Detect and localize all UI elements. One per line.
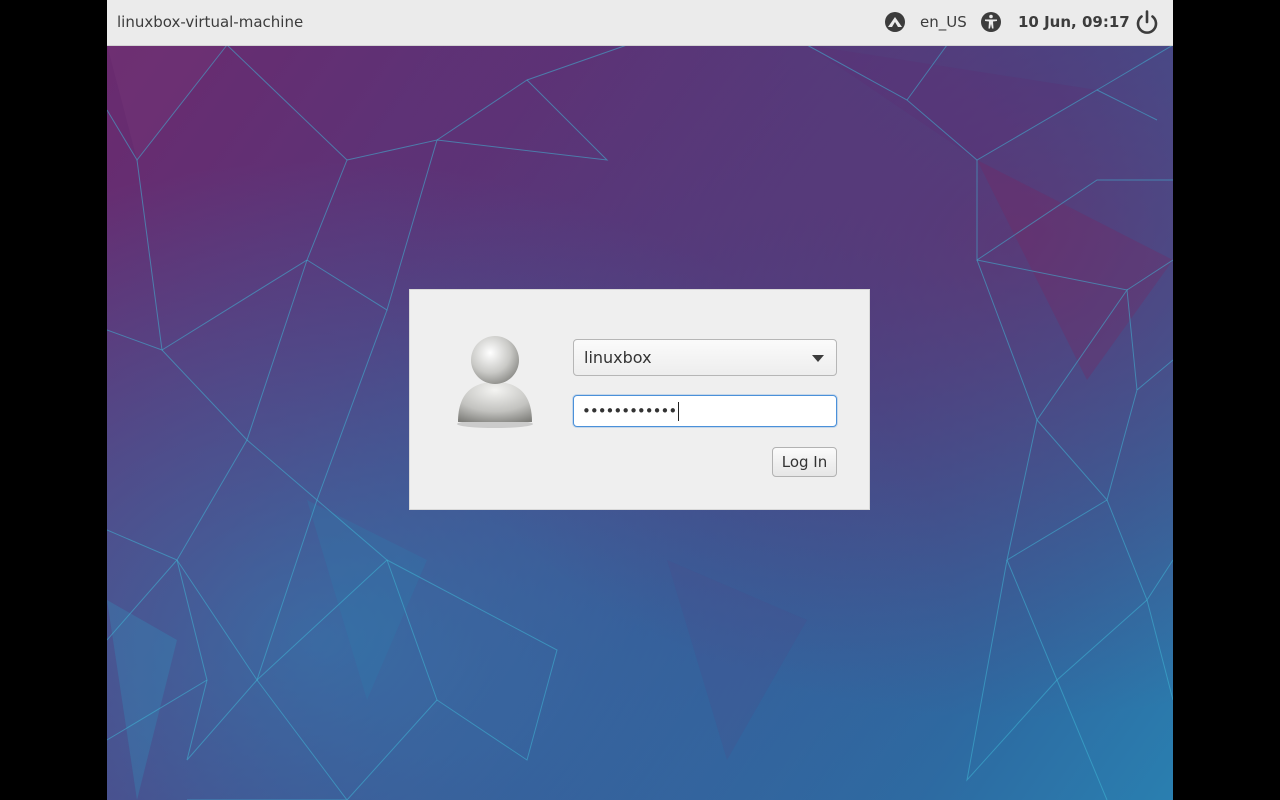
login-button[interactable]: Log In xyxy=(772,447,837,477)
user-avatar-icon xyxy=(457,336,533,428)
user-select-dropdown[interactable]: linuxbox xyxy=(573,339,837,376)
accessibility-icon[interactable] xyxy=(980,11,1002,33)
power-icon[interactable] xyxy=(1132,9,1162,37)
password-mask: •••••••••••• xyxy=(582,402,677,420)
text-caret xyxy=(678,402,680,421)
password-value: •••••••••••• xyxy=(582,402,680,421)
hostname-label: linuxbox-virtual-machine xyxy=(117,13,304,31)
language-indicator[interactable]: en_US xyxy=(920,13,967,31)
login-screen: linuxbox-virtual-machine en_US 10 Jun, 0… xyxy=(107,0,1173,800)
login-dialog: linuxbox •••••••••••• Log In xyxy=(409,289,870,510)
top-panel: linuxbox-virtual-machine en_US 10 Jun, 0… xyxy=(107,0,1173,46)
network-wired-icon[interactable] xyxy=(884,11,906,33)
password-field[interactable]: •••••••••••• xyxy=(573,395,837,427)
user-select-value: linuxbox xyxy=(584,348,652,367)
chevron-down-icon xyxy=(812,355,824,362)
datetime-indicator[interactable]: 10 Jun, 09:17 xyxy=(1018,13,1130,31)
